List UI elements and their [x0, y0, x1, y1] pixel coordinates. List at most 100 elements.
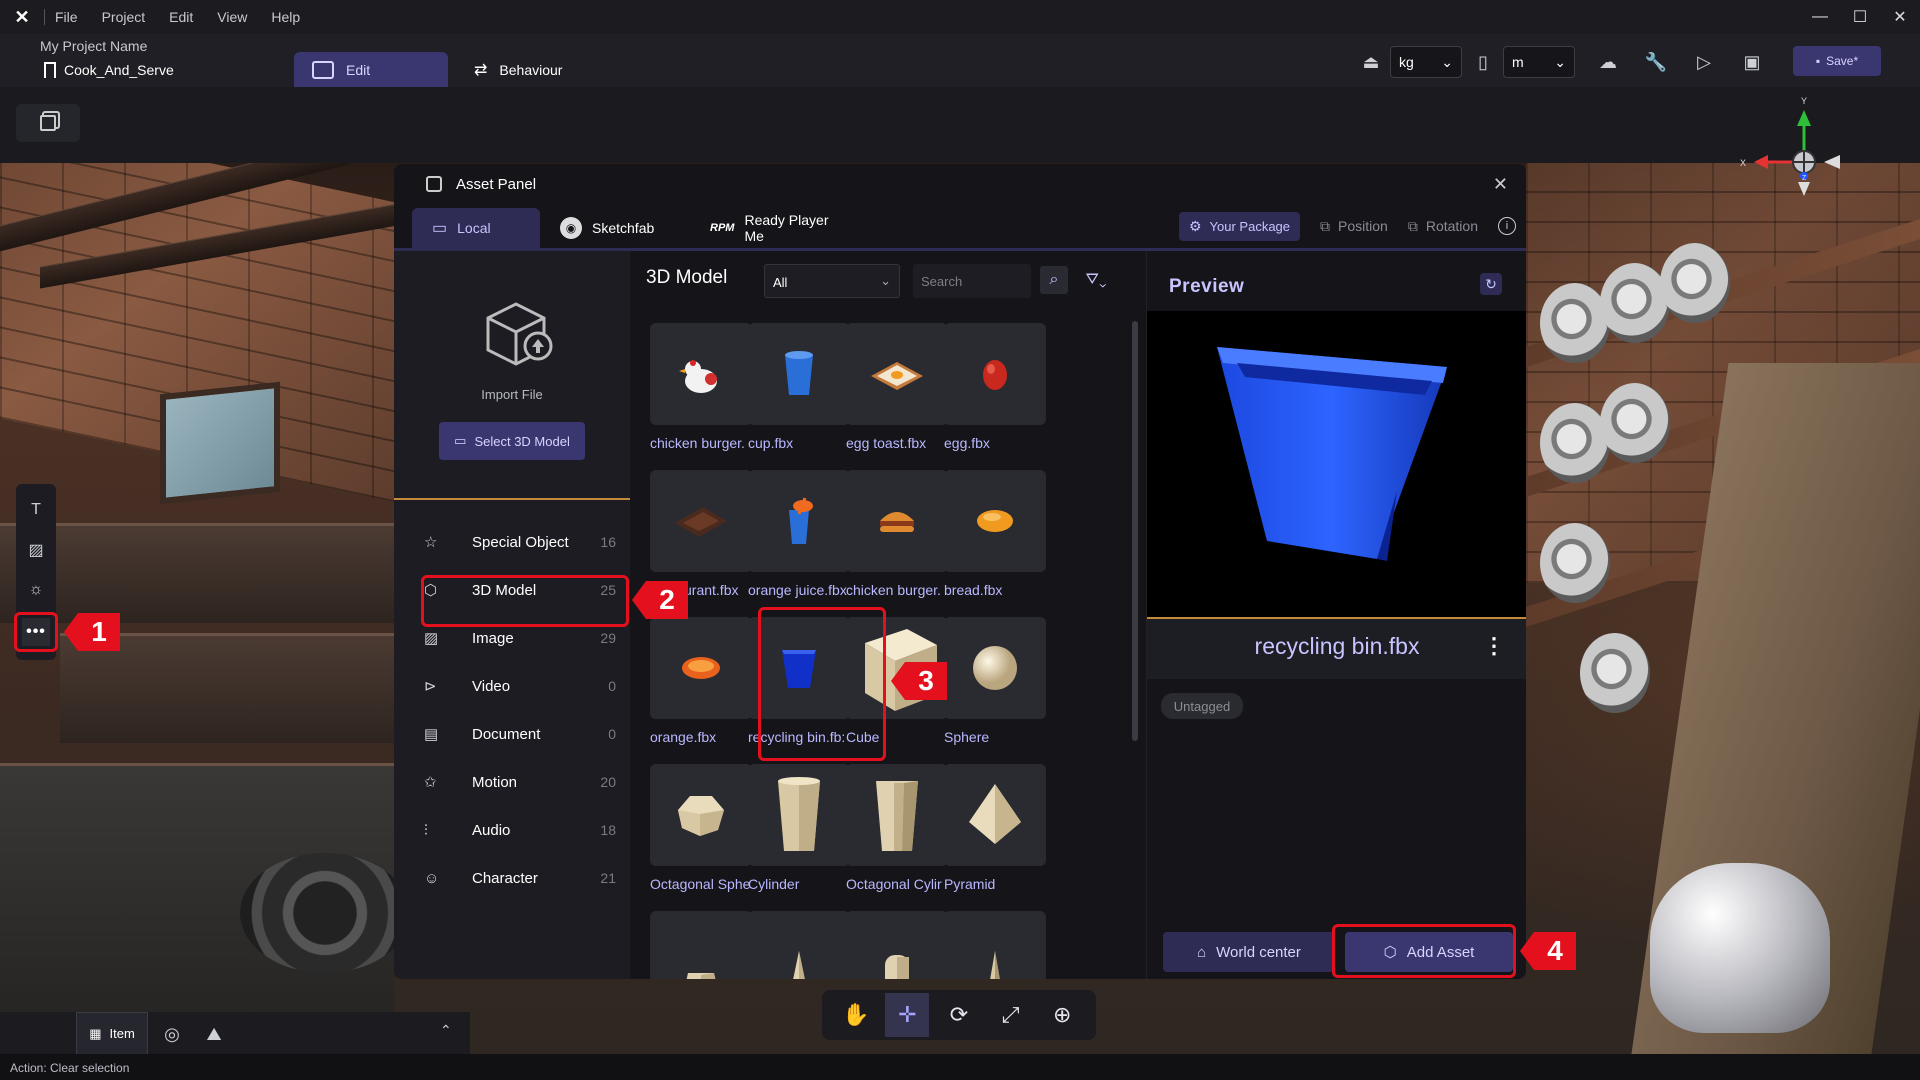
tab-local[interactable]: ▭ Local	[412, 208, 540, 248]
your-package-button[interactable]: ⚙ Your Package	[1178, 211, 1301, 241]
tag-chip[interactable]: Untagged	[1161, 693, 1243, 719]
category-label: Document	[472, 725, 541, 743]
chevron-up-icon[interactable]: ⌃	[440, 1022, 452, 1039]
minimize-icon[interactable]: —	[1800, 0, 1840, 34]
step-number: 2	[646, 581, 688, 619]
environment-icon[interactable]: ⛰	[202, 1022, 226, 1046]
behaviour-icon: ⇄	[474, 61, 488, 79]
category-label: Special Object	[472, 533, 569, 551]
tab-item[interactable]: ▦ Item	[76, 1012, 148, 1054]
octagonal-cylinder-thumbnail-icon	[876, 781, 918, 851]
asset-label: egg.fbx	[944, 435, 990, 451]
folder-icon: ▭	[454, 433, 467, 448]
menu-view[interactable]: View	[217, 9, 259, 25]
asset-thumbnail	[944, 470, 1046, 572]
tab-behaviour[interactable]: ⇄ Behaviour	[456, 52, 580, 87]
menu-edit[interactable]: Edit	[169, 9, 205, 25]
close-window-icon[interactable]: ✕	[1880, 0, 1920, 34]
transform-all-icon[interactable]: ⊕	[1040, 993, 1084, 1037]
light-tool-icon[interactable]: ☼	[22, 576, 50, 604]
source-tabs: ▭ Local ◉ Sketchfab RPM Ready Player Me	[412, 208, 860, 248]
category-audio[interactable]: ⫶ Audio 18	[424, 812, 616, 848]
plate	[1600, 383, 1670, 463]
world-center-button[interactable]: ⌂ World center	[1163, 932, 1335, 972]
asset-label: urant.fbx	[684, 582, 739, 598]
asset-label: egg toast.fbx	[846, 435, 927, 451]
image-icon: ▨	[424, 630, 439, 647]
menu-file[interactable]: File	[55, 9, 90, 25]
wrench-icon[interactable]: 🔧	[1642, 48, 1670, 76]
wall-mirror	[160, 381, 280, 505]
asset-thumbnail	[846, 911, 948, 979]
search-input[interactable]	[913, 264, 1031, 298]
asset-thumbnail	[650, 911, 752, 979]
step-number: 1	[78, 613, 120, 651]
category-motion[interactable]: ✩ Motion 20	[424, 764, 616, 800]
preview-viewport[interactable]	[1147, 311, 1526, 619]
highlight-more-button	[14, 612, 58, 652]
cloud-icon[interactable]: ☁	[1594, 48, 1622, 76]
stove-burner	[240, 853, 410, 973]
category-label: Motion	[472, 773, 518, 791]
asset-thumbnail	[846, 764, 948, 866]
tab-edit[interactable]: Edit	[294, 52, 448, 87]
length-unit-select[interactable]: m ⌄	[1503, 46, 1575, 78]
plate	[1540, 283, 1610, 363]
asset-thumbnail	[650, 323, 752, 425]
app-logo-icon: ✕	[14, 6, 30, 27]
select-3d-model-button[interactable]: ▭ Select 3D Model	[439, 422, 585, 460]
category-document[interactable]: ▤ Document 0	[424, 716, 616, 752]
text-tool-icon[interactable]: T	[22, 496, 50, 524]
main-toolbar: My Project Name Cook_And_Serve Edit ⇄ Be…	[0, 34, 1920, 87]
filter-icon[interactable]: ⛛⌄	[1076, 266, 1116, 294]
duplicate-button[interactable]	[16, 104, 80, 142]
tab-sketchfab[interactable]: ◉ Sketchfab	[540, 208, 690, 248]
category-character[interactable]: ☺ Character 21	[424, 860, 616, 896]
preview-panel: Preview ↻ recycling bin.fbx ⋮ Untagged ⌂…	[1146, 251, 1526, 979]
close-icon[interactable]: ✕	[1493, 174, 1508, 195]
cone-thumbnail-icon	[793, 951, 805, 979]
maximize-icon[interactable]: ☐	[1840, 0, 1880, 34]
position-toggle[interactable]: ⧉ Position	[1320, 218, 1388, 235]
grid-title: 3D Model	[646, 267, 728, 288]
recycling-bin-preview-image	[1217, 347, 1447, 561]
your-package-label: Your Package	[1209, 218, 1291, 234]
item-tab-label: Item	[109, 1026, 135, 1041]
cup-thumbnail-icon	[785, 351, 813, 395]
play-icon[interactable]: ▷	[1690, 48, 1718, 76]
publish-icon[interactable]: ▣	[1738, 48, 1766, 76]
star-icon: ☆	[424, 534, 438, 551]
motion-icon: ✩	[424, 774, 437, 791]
orientation-gizmo[interactable]: Y X Z	[1740, 96, 1840, 206]
category-count: 0	[608, 726, 616, 742]
image-tool-icon[interactable]: ▨	[22, 536, 50, 564]
info-icon[interactable]: i	[1498, 217, 1516, 235]
category-special-object[interactable]: ☆ Special Object 16	[424, 524, 616, 560]
scale-tool-icon[interactable]: ⤢	[989, 993, 1033, 1037]
marker-pointer	[891, 662, 905, 700]
grid-scrollbar[interactable]	[1132, 321, 1138, 741]
category-count: 21	[600, 870, 616, 886]
category-video[interactable]: ⊳ Video 0	[424, 668, 616, 704]
hand-pan-icon[interactable]: ✋	[834, 993, 878, 1037]
search-icon[interactable]: ⌕	[1040, 266, 1068, 294]
type-filter-select[interactable]: All ⌄	[764, 264, 900, 298]
scene-selector[interactable]: Cook_And_Serve	[44, 62, 174, 78]
more-vertical-icon[interactable]: ⋮	[1483, 633, 1505, 659]
desk	[0, 523, 394, 623]
rotation-toggle[interactable]: ⧉ Rotation	[1408, 218, 1478, 235]
mass-unit-select[interactable]: kg ⌄	[1390, 46, 1462, 78]
menu-help[interactable]: Help	[271, 9, 312, 25]
bottom-panel-bar: ▦ Item ◎ ⛰ ⌃	[0, 1012, 470, 1054]
import-file-icon	[486, 302, 553, 366]
pyramid-thumbnail-icon	[969, 784, 1021, 844]
save-button[interactable]: ▪ Save*	[1793, 46, 1881, 76]
rotate-tool-icon[interactable]: ⟳	[937, 993, 981, 1037]
menu-project[interactable]: Project	[102, 9, 158, 25]
asset-thumbnail	[650, 470, 752, 572]
refresh-icon[interactable]: ↻	[1480, 273, 1502, 295]
tab-ready-player-me[interactable]: RPM Ready Player Me	[690, 208, 860, 248]
camera-icon[interactable]: ◎	[160, 1022, 184, 1046]
asset-grid-panel: 3D Model All ⌄ ⌕ ⛛⌄ chicken burger. cup.…	[630, 251, 1146, 979]
move-tool-icon[interactable]: ✛	[885, 993, 930, 1037]
